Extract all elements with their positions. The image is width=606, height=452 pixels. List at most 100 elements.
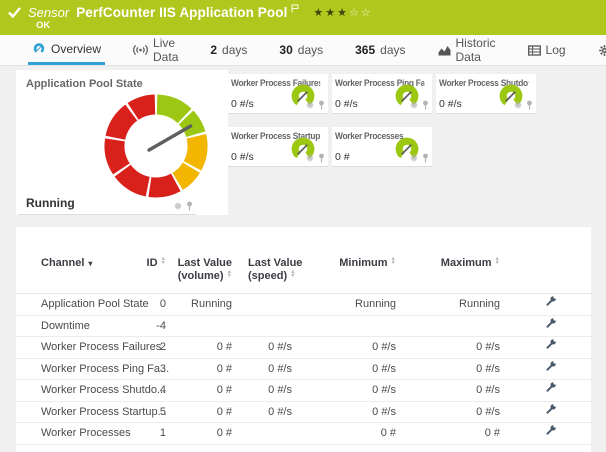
tab-365-days[interactable]: 365days: [351, 35, 409, 65]
cell-minimum: 0 #/s: [336, 380, 396, 402]
cell-last_value_volume: 0 #: [171, 380, 232, 402]
cell-maximum: 0 #/s: [440, 380, 500, 402]
cell-maximum: 0 #/s: [440, 359, 500, 381]
tab-label: Overview: [51, 42, 101, 56]
cell-maximum: Running: [440, 294, 500, 316]
column-header-last-value-speed[interactable]: Last Value (speed)▲▼: [248, 257, 320, 283]
pin-icon[interactable]: [526, 100, 533, 110]
gear-icon[interactable]: [174, 202, 182, 210]
tab-label: Historic Data: [456, 36, 496, 64]
mini-gauge-value: 0 #/s: [231, 98, 254, 110]
gauge-segment-yellow: [192, 136, 197, 165]
sort-active-icon[interactable]: ▾: [88, 259, 92, 268]
cell-channel: Downtime: [41, 316, 90, 338]
tab-2-days[interactable]: 2days: [206, 35, 251, 65]
star-empty-icon[interactable]: ☆: [349, 7, 361, 19]
gauge-icon: [32, 42, 46, 55]
table-row-worker-process-startup[interactable]: Worker Process Startup...50 #0 #/s0 #/s0…: [16, 402, 591, 424]
tab-live-data[interactable]: Live Data: [129, 35, 182, 65]
sortable-icon[interactable]: ▲▼: [495, 258, 500, 265]
gear-icon[interactable]: [410, 154, 418, 162]
gauge-panel-title: Application Pool State: [26, 78, 143, 90]
cell-id: 4: [121, 380, 166, 402]
live-data-icon: [133, 44, 148, 56]
panel-actions: [306, 153, 325, 163]
gauge-segment-yellow: [178, 168, 192, 182]
cell-maximum: 0 #/s: [440, 337, 500, 359]
table-row-worker-process-shutdo[interactable]: Worker Process Shutdo...40 #0 #/s0 #/s0 …: [16, 380, 591, 402]
flag-icon: [291, 4, 299, 13]
edit-channel-settings-icon[interactable]: [536, 337, 566, 356]
column-header-minimum[interactable]: Minimum▲▼: [336, 257, 396, 270]
gauge-segment-green: [157, 105, 184, 116]
cell-minimum: 0 #/s: [336, 337, 396, 359]
sortable-icon[interactable]: ▲▼: [227, 271, 232, 278]
panel-actions: [174, 201, 193, 211]
mini-gauge-panel[interactable]: Worker Processes 0 #: [332, 127, 432, 167]
pin-icon[interactable]: [186, 201, 193, 211]
pin-icon[interactable]: [318, 100, 325, 110]
edit-channel-settings-icon[interactable]: [536, 359, 566, 378]
column-header-channel[interactable]: Channel ▾: [41, 257, 92, 270]
gauge-segment-red: [150, 182, 176, 187]
column-header-maximum[interactable]: Maximum▲▼: [440, 257, 500, 270]
column-header-id[interactable]: ID▲▼: [121, 257, 166, 270]
sensor-status-header: Sensor PerfCounter IIS Application Pool …: [0, 0, 606, 35]
mini-gauge-value: 0 #/s: [231, 151, 254, 163]
star-filled-icon[interactable]: ★: [325, 7, 337, 19]
edit-channel-settings-icon[interactable]: [536, 294, 566, 313]
pin-icon[interactable]: [422, 153, 429, 163]
sensor-title: PerfCounter IIS Application Pool: [76, 5, 287, 20]
mini-gauge-panel[interactable]: Worker Process Ping Failures 0 #/s: [332, 74, 432, 114]
cell-id: 2: [121, 337, 166, 359]
sortable-icon[interactable]: ▲▼: [290, 271, 295, 278]
star-filled-icon[interactable]: ★: [313, 7, 325, 19]
star-filled-icon[interactable]: ★: [337, 7, 349, 19]
cell-maximum: 0 #: [440, 423, 500, 445]
edit-channel-settings-icon[interactable]: [536, 423, 566, 442]
table-row-application-pool-state[interactable]: Application Pool State0RunningRunningRun…: [16, 294, 591, 316]
cell-last_value_volume: 0 #: [171, 337, 232, 359]
tab-label: Live Data: [153, 36, 178, 64]
edit-channel-settings-icon[interactable]: [536, 316, 566, 335]
gear-icon[interactable]: [306, 101, 314, 109]
gear-icon[interactable]: [514, 101, 522, 109]
tab-settings[interactable]: Settings: [594, 35, 606, 65]
gauge-status-label: Running: [26, 196, 75, 210]
mini-gauge-panel[interactable]: Worker Process Failures 0 #/s: [228, 74, 328, 114]
gear-icon[interactable]: [306, 154, 314, 162]
tab-label: Log: [546, 43, 566, 57]
edit-channel-settings-icon[interactable]: [536, 402, 566, 421]
column-label: Maximum: [441, 257, 492, 269]
priority-stars[interactable]: ★★★☆☆: [313, 6, 372, 19]
gear-icon[interactable]: [410, 101, 418, 109]
table-row-worker-process-ping-fa[interactable]: Worker Process Ping Fa...30 #0 #/s0 #/s0…: [16, 359, 591, 381]
cell-last_value_volume: 0 #: [171, 423, 232, 445]
sortable-icon[interactable]: ▲▼: [161, 258, 166, 265]
edit-channel-settings-icon[interactable]: [536, 380, 566, 399]
application-pool-state-gauge: [100, 90, 212, 202]
table-row-downtime[interactable]: Downtime-4: [16, 316, 591, 338]
tab-historic-data[interactable]: Historic Data: [434, 35, 500, 65]
tab-overview[interactable]: Overview: [28, 35, 105, 65]
panel-actions: [410, 153, 429, 163]
column-label: Channel: [41, 257, 84, 269]
cell-last_value_volume: 0 #: [171, 359, 232, 381]
cell-maximum: 0 #/s: [440, 402, 500, 424]
table-row-worker-processes[interactable]: Worker Processes10 #0 #0 #: [16, 423, 591, 445]
pin-icon[interactable]: [422, 100, 429, 110]
cell-minimum: 0 #/s: [336, 359, 396, 381]
tab-log[interactable]: Log: [524, 35, 570, 65]
column-header-last-value-volume[interactable]: Last Value (volume)▲▼: [171, 257, 232, 283]
mini-gauge-panel[interactable]: Worker Process Startup Failu... 0 #/s: [228, 127, 328, 167]
mini-gauge-value: 0 #: [335, 151, 350, 163]
gear-icon: [598, 44, 606, 57]
sortable-icon[interactable]: ▲▼: [391, 258, 396, 265]
sensor-title-line: Sensor PerfCounter IIS Application Pool …: [8, 4, 373, 20]
mini-gauge-panel[interactable]: Worker Process Shutdown Fa... 0 #/s: [436, 74, 536, 114]
pin-icon[interactable]: [318, 153, 325, 163]
tab-30-days[interactable]: 30days: [275, 35, 327, 65]
channel-table-body: Application Pool State0RunningRunningRun…: [16, 294, 591, 445]
table-row-worker-process-failures[interactable]: Worker Process Failures20 #0 #/s0 #/s0 #…: [16, 337, 591, 359]
star-empty-icon[interactable]: ☆: [361, 7, 373, 19]
